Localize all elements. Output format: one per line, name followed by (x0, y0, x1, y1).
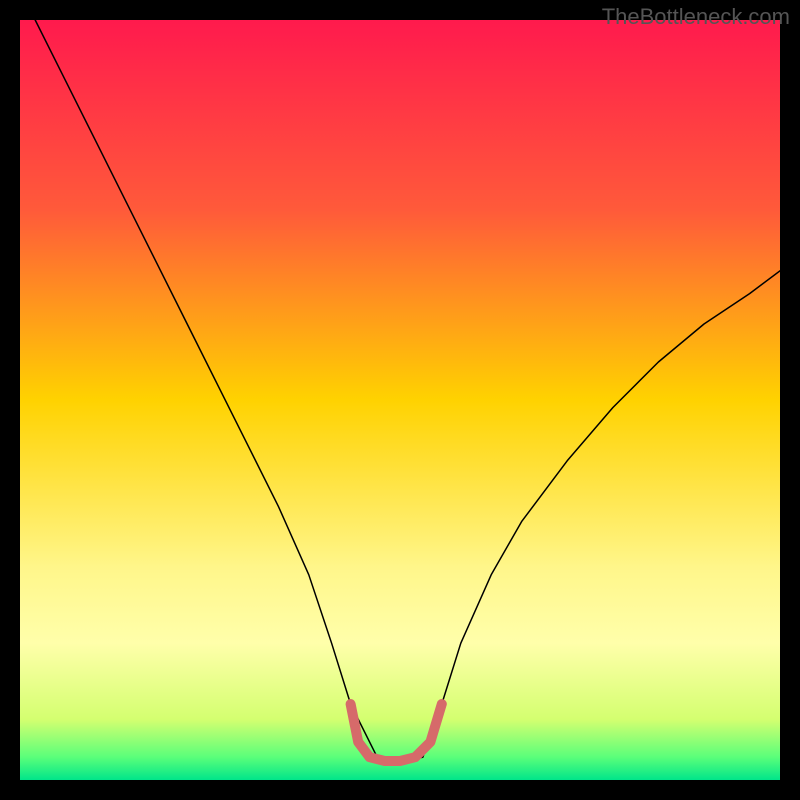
watermark-text: TheBottleneck.com (602, 4, 790, 30)
chart-svg (20, 20, 780, 780)
chart-plot-area (20, 20, 780, 780)
chart-background (20, 20, 780, 780)
